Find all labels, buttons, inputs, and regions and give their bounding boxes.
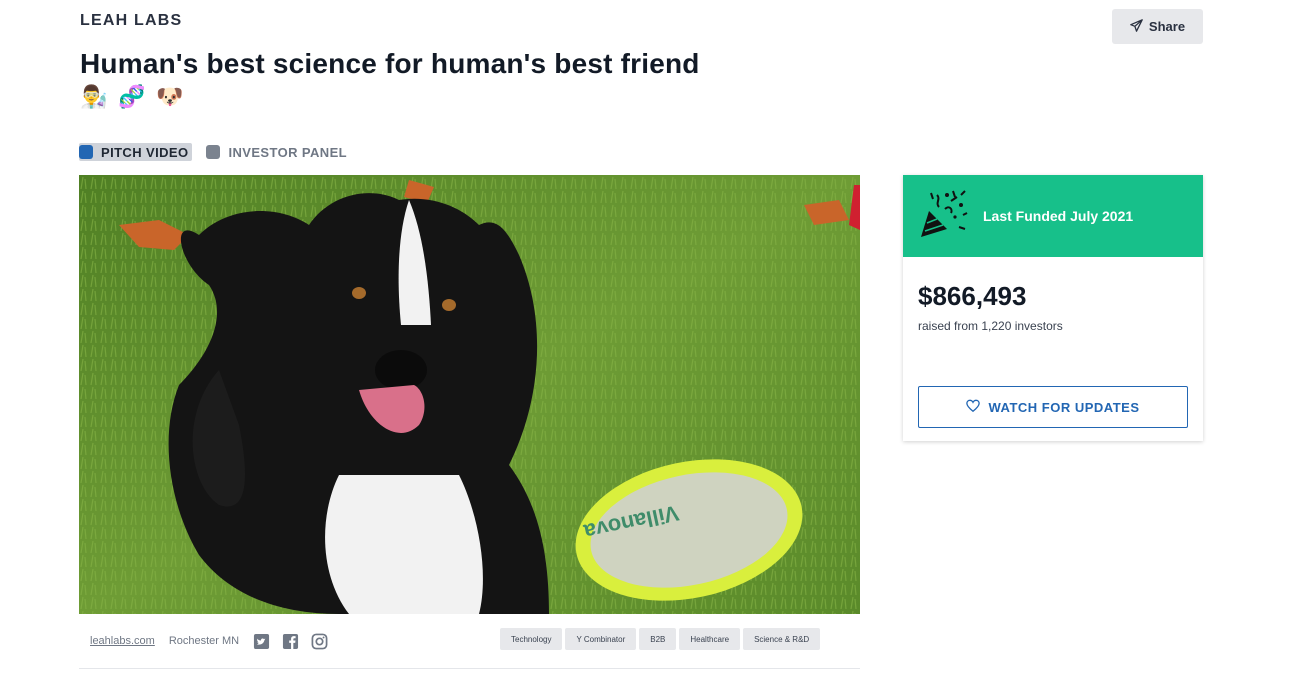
company-name: LEAH LABS <box>80 12 183 29</box>
emoji-row: 👨‍🔬 🧬 🐶 <box>80 83 184 111</box>
party-popper-icon <box>917 187 969 246</box>
media-tabs: PITCH VIDEO INVESTOR PANEL <box>79 143 351 161</box>
investor-count: raised from 1,220 investors <box>918 319 1063 333</box>
tag-science-rd[interactable]: Science & R&D <box>743 628 821 650</box>
tab-label: INVESTOR PANEL <box>228 144 347 160</box>
tag-y-combinator[interactable]: Y Combinator <box>565 628 637 650</box>
heart-icon <box>966 399 981 416</box>
website-link[interactable]: leahlabs.com <box>90 635 155 647</box>
social-links <box>253 633 328 650</box>
dog-face-emoji: 🐶 <box>156 84 184 110</box>
watch-for-updates-button[interactable]: WATCH FOR UPDATES <box>918 386 1188 428</box>
tag-list: Technology Y Combinator B2B Healthcare S… <box>500 628 821 650</box>
page-title: Human's best science for human's best fr… <box>80 48 700 79</box>
scientist-emoji: 👨‍🔬 <box>80 84 108 110</box>
paper-plane-icon <box>1130 18 1143 35</box>
share-label: Share <box>1148 19 1186 34</box>
tab-investor-panel[interactable]: INVESTOR PANEL <box>206 143 351 161</box>
company-meta: leahlabs.com Rochester MN Technology Y C… <box>90 628 860 654</box>
facebook-icon[interactable] <box>282 633 299 650</box>
amount-raised: $866,493 <box>918 281 1027 311</box>
watch-label: WATCH FOR UPDATES <box>988 399 1140 415</box>
twitter-icon[interactable] <box>253 633 270 650</box>
tab-pitch-video[interactable]: PITCH VIDEO <box>79 143 193 161</box>
tab-label: PITCH VIDEO <box>101 144 189 160</box>
funding-card: Last Funded July 2021 $866,493 raised fr… <box>903 175 1203 441</box>
share-button[interactable]: Share <box>1112 9 1203 44</box>
dna-emoji: 🧬 <box>118 84 146 110</box>
funding-banner: Last Funded July 2021 <box>903 175 1203 257</box>
instagram-icon[interactable] <box>311 633 328 650</box>
pitch-video-thumbnail[interactable]: Villanova <box>79 175 860 614</box>
last-funded-label: Last Funded July 2021 <box>983 208 1134 224</box>
tag-technology[interactable]: Technology <box>500 628 563 650</box>
tab-indicator <box>79 145 93 159</box>
tag-b2b[interactable]: B2B <box>639 628 677 650</box>
divider <box>79 668 860 669</box>
location-label: Rochester MN <box>168 635 240 647</box>
tag-healthcare[interactable]: Healthcare <box>679 628 741 650</box>
tab-indicator <box>206 145 221 159</box>
